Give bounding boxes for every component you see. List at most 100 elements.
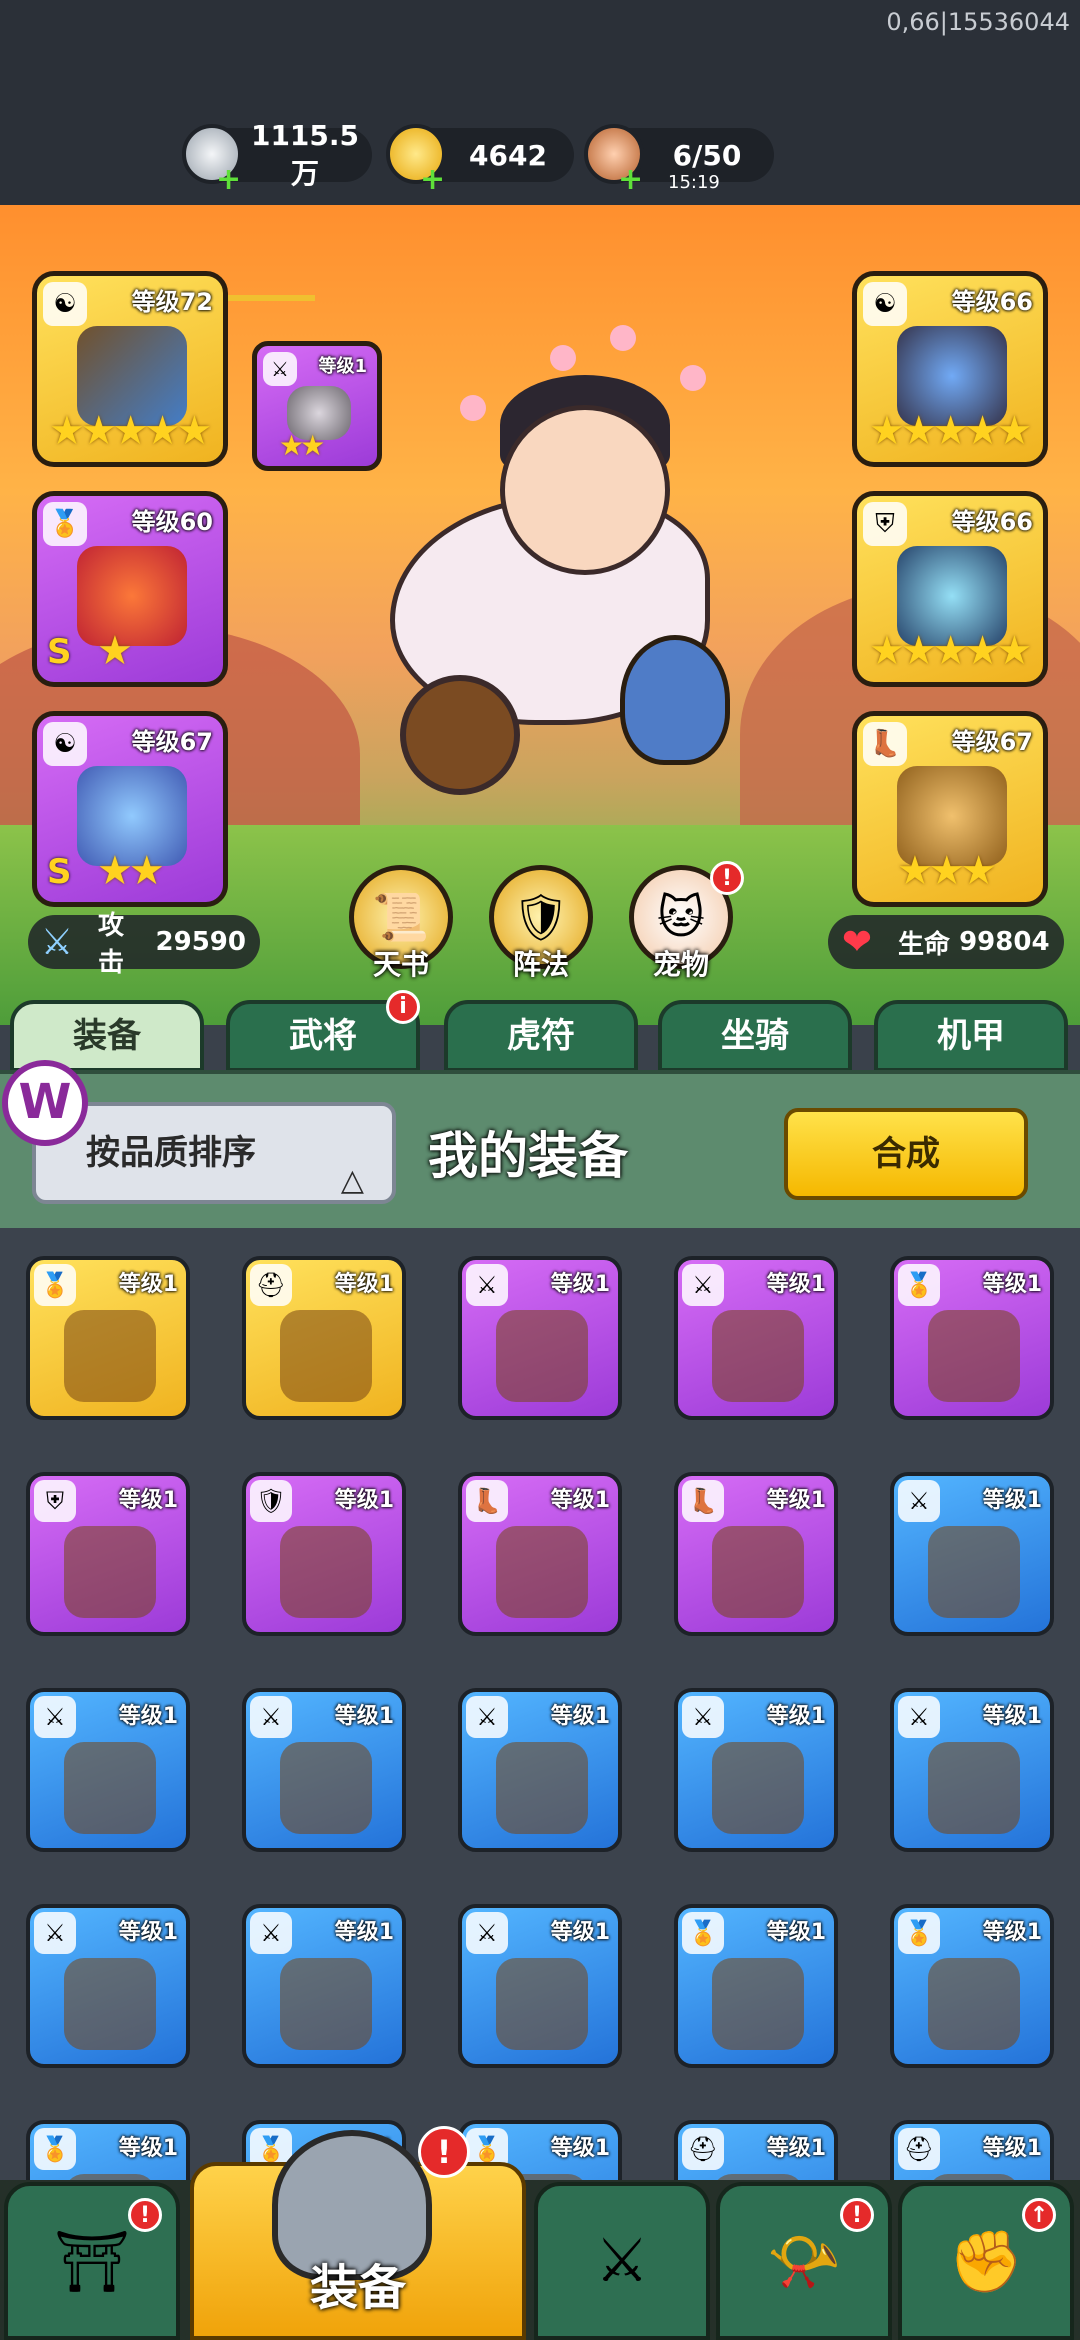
- build-id-text: 0,66|15536044: [886, 8, 1070, 36]
- inventory-item[interactable]: ⚔ 等级1: [674, 1688, 838, 1852]
- item-art-icon: [496, 1742, 588, 1834]
- item-art-icon: [280, 1310, 372, 1402]
- hero-stage: ☯ 等级72 ★★★★★ 🏅 等级60 S ★ ☯ 等级67 S ★★ ⚔ 等级…: [0, 205, 1080, 1025]
- horn-icon: 📯: [766, 2226, 842, 2297]
- inventory-item[interactable]: ⚔ 等级1: [890, 1688, 1054, 1852]
- equip-slot-left-1[interactable]: ☯ 等级72 ★★★★★: [32, 271, 228, 467]
- slot-level: 等级66: [951, 288, 1033, 316]
- tab-mecha[interactable]: 机甲: [874, 1000, 1068, 1072]
- add-gold-icon[interactable]: +: [420, 165, 445, 195]
- item-level: 等级1: [766, 1272, 826, 1297]
- item-art-icon: [496, 1310, 588, 1402]
- sword-icon: ⚔: [250, 1696, 292, 1738]
- hp-stat: ❤ 生命 99804: [828, 915, 1064, 969]
- item-art-icon: [64, 1526, 156, 1618]
- tab-generals[interactable]: 武将 i: [226, 990, 420, 1072]
- hero-character[interactable]: [360, 325, 760, 835]
- item-level: 等级1: [766, 2136, 826, 2161]
- inventory-item[interactable]: ⚔ 等级1: [890, 1472, 1054, 1636]
- item-level: 等级1: [550, 1920, 610, 1945]
- inventory-item[interactable]: ⚔ 等级1: [458, 1904, 622, 2068]
- item-level: 等级1: [118, 2136, 178, 2161]
- inventory-item[interactable]: 🏅 等级1: [26, 1256, 190, 1420]
- inventory-item[interactable]: 🛡 等级1: [242, 1472, 406, 1636]
- w-logo-icon[interactable]: W: [2, 1060, 88, 1146]
- sword-icon: ⚔: [34, 1696, 76, 1738]
- nav-equipment-button[interactable]: ! 装备: [190, 2126, 526, 2340]
- item-level: 等级1: [550, 2136, 610, 2161]
- item-level: 等级1: [982, 1272, 1042, 1297]
- fist-upgrade-icon: ✊: [948, 2226, 1024, 2297]
- item-art-icon: [928, 1310, 1020, 1402]
- item-art-icon: [712, 1310, 804, 1402]
- yin-yang-icon: ☯: [863, 282, 907, 326]
- merge-button[interactable]: 合成: [784, 1108, 1028, 1200]
- formation-button[interactable]: 🛡 阵法: [486, 865, 596, 981]
- tianshu-button[interactable]: 📜 天书: [346, 865, 456, 981]
- sword-icon: ⚔: [34, 1912, 76, 1954]
- inventory-item[interactable]: 👢 等级1: [674, 1472, 838, 1636]
- inventory-item[interactable]: ⚔ 等级1: [242, 1904, 406, 2068]
- info-badge: i: [386, 990, 420, 1024]
- item-art-icon: [496, 1958, 588, 2050]
- star-rating: ★: [97, 628, 133, 674]
- slot-level: 等级1: [318, 356, 367, 377]
- inventory-item[interactable]: ⚔ 等级1: [26, 1904, 190, 2068]
- category-tabs: 装备 武将 i 虎符 坐骑 机甲: [0, 990, 1080, 1072]
- item-level: 等级1: [982, 2136, 1042, 2161]
- medal-icon: 🏅: [34, 1264, 76, 1306]
- rank-badge: S: [47, 632, 72, 672]
- tab-mount[interactable]: 坐骑: [658, 1000, 852, 1072]
- slot-level: 等级72: [131, 288, 213, 316]
- item-art-icon: [712, 1958, 804, 2050]
- boots-icon: 👢: [863, 722, 907, 766]
- pet-button[interactable]: 🐱 宠物 !: [626, 861, 744, 981]
- medal-icon: 🏅: [898, 1912, 940, 1954]
- equip-slot-right-1[interactable]: ☯ 等级66 ★★★★★: [852, 271, 1048, 467]
- inventory-item[interactable]: 🏅 等级1: [674, 1904, 838, 2068]
- gold-resource[interactable]: + 4642: [386, 124, 574, 195]
- inventory-item[interactable]: ⛑ 等级1: [242, 1256, 406, 1420]
- equip-slot-right-3[interactable]: 👢 等级67 ★★★: [852, 711, 1048, 907]
- upgrade-badge: ↑: [1022, 2198, 1056, 2232]
- sort-by-quality-button[interactable]: 按品质排序 △: [32, 1102, 396, 1204]
- inventory-item[interactable]: ⚔ 等级1: [458, 1256, 622, 1420]
- item-level: 等级1: [334, 1272, 394, 1297]
- star-rating: ★★★★★: [49, 408, 212, 454]
- equip-slot-weapon-small[interactable]: ⚔ 等级1 ★★: [252, 341, 382, 471]
- equip-slot-right-2[interactable]: ⛨ 等级66 ★★★★★: [852, 491, 1048, 687]
- equip-slot-left-2[interactable]: 🏅 等级60 S ★: [32, 491, 228, 687]
- attack-value: 29590: [155, 927, 246, 957]
- item-art-icon: [928, 1742, 1020, 1834]
- inventory-item[interactable]: 🏅 等级1: [890, 1904, 1054, 2068]
- add-stamina-icon[interactable]: +: [618, 165, 643, 195]
- star-rating: ★★: [97, 848, 165, 894]
- item-level: 等级1: [550, 1704, 610, 1729]
- inventory-item[interactable]: ⚔ 等级1: [674, 1256, 838, 1420]
- bracer-icon: 🛡: [250, 1480, 292, 1522]
- inventory-item[interactable]: ⚔ 等级1: [242, 1688, 406, 1852]
- nav-battle-button[interactable]: ⚔: [534, 2182, 710, 2340]
- medal-icon: 🏅: [43, 502, 87, 546]
- tab-tiger-seal[interactable]: 虎符: [444, 1000, 638, 1072]
- alert-badge: !: [710, 861, 744, 895]
- silver-resource[interactable]: + 1115.5万: [182, 119, 372, 195]
- nav-horn-button[interactable]: 📯 !: [716, 2182, 892, 2340]
- helmet-icon: ⛑: [898, 2128, 940, 2170]
- inventory-item[interactable]: ⚔ 等级1: [458, 1688, 622, 1852]
- amulet-art-icon: [77, 546, 187, 646]
- sword-icon: ⚔: [466, 1696, 508, 1738]
- sword-icon: ⚔: [682, 1696, 724, 1738]
- nav-gate-button[interactable]: ⛩ !: [4, 2182, 180, 2340]
- stamina-timer: 15:19: [668, 172, 720, 193]
- stamina-resource[interactable]: + 6/50 15:19: [584, 124, 774, 195]
- item-art-icon: [280, 1958, 372, 2050]
- alert-badge: !: [840, 2198, 874, 2232]
- add-silver-icon[interactable]: +: [216, 165, 241, 195]
- equip-slot-left-3[interactable]: ☯ 等级67 S ★★: [32, 711, 228, 907]
- inventory-item[interactable]: 👢 等级1: [458, 1472, 622, 1636]
- inventory-item[interactable]: 🏅 等级1: [890, 1256, 1054, 1420]
- inventory-item[interactable]: ⚔ 等级1: [26, 1688, 190, 1852]
- nav-upgrade-button[interactable]: ✊ ↑: [898, 2182, 1074, 2340]
- inventory-item[interactable]: ⛨ 等级1: [26, 1472, 190, 1636]
